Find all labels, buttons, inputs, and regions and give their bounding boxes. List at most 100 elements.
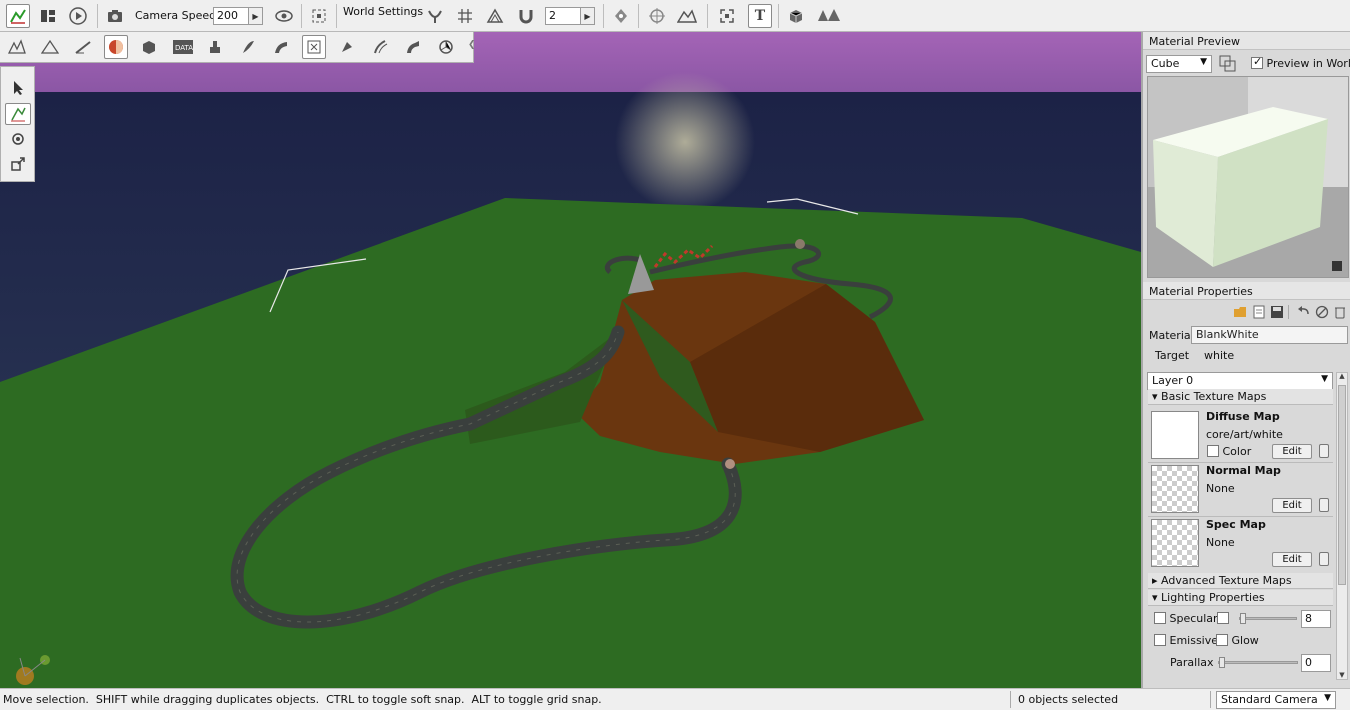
emissive-checkbox[interactable] (1154, 634, 1166, 646)
object-palette-icon[interactable] (784, 4, 808, 28)
diffuse-color-checkbox[interactable] (1207, 445, 1219, 457)
world-transform-icon[interactable] (645, 4, 669, 28)
world-settings-label[interactable]: World Settings (343, 5, 423, 18)
normal-edit-button[interactable]: Edit (1272, 498, 1312, 513)
camera-mode-select[interactable]: Standard Camera ▼ (1216, 691, 1336, 709)
scroll-down-icon[interactable]: ▼ (1337, 671, 1347, 679)
move-tool-icon[interactable] (5, 103, 31, 125)
preview-in-world-toggle[interactable]: Preview in World (1251, 55, 1350, 70)
particle-editor-icon[interactable] (302, 35, 326, 59)
new-document-icon[interactable] (1252, 305, 1266, 319)
text-labels-icon[interactable]: T (748, 4, 772, 28)
properties-scrollbar[interactable]: ▲ ▼ (1336, 372, 1348, 680)
material-editor-icon[interactable] (104, 35, 128, 59)
target-label: Target (1155, 349, 1190, 362)
layout-icon[interactable] (36, 4, 60, 28)
camera-mode-value: Standard Camera (1221, 693, 1318, 706)
parallax-input[interactable]: 0 (1301, 654, 1331, 672)
diffuse-map-title: Diffuse Map (1206, 410, 1280, 423)
mesh-road-icon[interactable] (269, 35, 293, 59)
road-editor-icon[interactable] (368, 35, 392, 59)
river-editor-icon[interactable] (335, 35, 359, 59)
scroll-up-icon[interactable]: ▲ (1337, 372, 1347, 380)
status-divider (1210, 691, 1211, 708)
clear-icon[interactable] (1315, 305, 1329, 319)
parallax-slider-handle[interactable] (1219, 657, 1225, 668)
svg-text:DATA: DATA (175, 44, 193, 52)
magnet-snap-icon[interactable] (514, 4, 538, 28)
rotate-tool-icon[interactable] (5, 128, 31, 150)
select-arrow-icon[interactable] (5, 77, 31, 99)
material-label: Material (1149, 329, 1194, 342)
delete-material-icon[interactable] (1333, 305, 1347, 319)
specular-checkbox[interactable] (1154, 612, 1166, 624)
visibility-eye-icon[interactable] (272, 4, 296, 28)
specular-power-input[interactable]: 8 (1301, 610, 1331, 628)
fit-view-icon[interactable] (715, 4, 739, 28)
layer-select[interactable]: Layer 0 ▼ (1147, 372, 1333, 390)
terrain-painter-icon[interactable] (71, 35, 95, 59)
object-editor-icon[interactable] (5, 35, 29, 59)
camera-speed-input[interactable]: 200 (213, 7, 249, 25)
decal-road-icon[interactable] (401, 35, 425, 59)
normal-clear-icon[interactable] (1319, 498, 1329, 512)
parallax-label: Parallax (1170, 656, 1214, 669)
camera-speed-arrow-icon[interactable]: ▶ (249, 7, 263, 25)
spec-clear-icon[interactable] (1319, 552, 1329, 566)
world-editor-icon[interactable] (6, 4, 30, 28)
diffuse-map-thumbnail[interactable] (1151, 411, 1199, 459)
terrain-editor-icon[interactable] (38, 35, 62, 59)
preview-in-world-checkbox[interactable] (1251, 55, 1263, 69)
save-icon[interactable] (1270, 305, 1284, 319)
emissive-toggle[interactable]: Emissive (1154, 634, 1218, 647)
glow-label: Glow (1231, 634, 1259, 647)
material-preview-viewport[interactable] (1147, 76, 1349, 278)
revert-icon[interactable] (1297, 305, 1311, 319)
glow-checkbox[interactable] (1216, 634, 1228, 646)
diffuse-clear-icon[interactable] (1319, 444, 1329, 458)
material-name-field[interactable]: BlankWhite (1191, 326, 1348, 344)
frame-selection-icon[interactable] (307, 4, 331, 28)
specular-color-swatch[interactable] (1217, 612, 1229, 624)
snap-to-terrain-icon[interactable] (423, 4, 447, 28)
navmesh-editor-icon[interactable] (434, 35, 458, 59)
preview-shape-select[interactable]: Cube ▼ (1146, 55, 1212, 73)
forest-editor-icon[interactable] (814, 4, 844, 28)
terrain-transform-icon[interactable] (675, 4, 699, 28)
toolbar-collapse-icon[interactable]: ❮ (468, 40, 476, 50)
datablock-editor-icon[interactable]: DATA (170, 35, 196, 59)
play-icon[interactable] (66, 4, 90, 28)
normal-map-path: None (1206, 482, 1235, 495)
lighting-properties-section[interactable]: ▾ Lighting Properties (1148, 590, 1333, 606)
diffuse-color-label: Color (1222, 445, 1252, 458)
diffuse-color-toggle[interactable]: Color (1207, 445, 1251, 458)
diffuse-edit-button[interactable]: Edit (1272, 444, 1312, 459)
spec-map-thumbnail[interactable] (1151, 519, 1199, 567)
specular-slider[interactable] (1239, 613, 1297, 624)
inspector-panel: Material Preview Cube▼ Preview in World … (1141, 32, 1350, 688)
scale-tool-icon[interactable] (5, 153, 31, 175)
grid-snap-icon[interactable] (453, 4, 477, 28)
decal-editor-icon[interactable] (203, 35, 227, 59)
basic-texture-maps-section[interactable]: ▾ Basic Texture Maps (1148, 389, 1333, 405)
camera-icon[interactable] (104, 4, 128, 28)
sketch-tool-icon[interactable] (137, 35, 161, 59)
grid-size-arrow-icon[interactable]: ▶ (581, 7, 595, 25)
snap-grid-size-input[interactable]: 2 (545, 7, 581, 25)
scene-render[interactable] (0, 32, 1141, 688)
divider (1148, 516, 1333, 517)
scrollbar-thumb[interactable] (1338, 385, 1346, 585)
forest-brush-icon[interactable] (236, 35, 260, 59)
parallax-slider[interactable] (1218, 657, 1298, 668)
normal-map-thumbnail[interactable] (1151, 465, 1199, 513)
object-center-icon[interactable] (609, 4, 633, 28)
glow-toggle[interactable]: Glow (1216, 634, 1259, 647)
specular-toggle[interactable]: Specular (1154, 612, 1218, 625)
preview-options-icon[interactable] (1219, 55, 1237, 73)
open-folder-icon[interactable] (1233, 305, 1247, 319)
scene-viewport[interactable] (0, 32, 1141, 688)
specular-slider-handle[interactable] (1240, 613, 1246, 624)
spec-edit-button[interactable]: Edit (1272, 552, 1312, 567)
snap-bounds-icon[interactable] (483, 4, 507, 28)
advanced-texture-maps-section[interactable]: ▸ Advanced Texture Maps (1148, 573, 1333, 589)
